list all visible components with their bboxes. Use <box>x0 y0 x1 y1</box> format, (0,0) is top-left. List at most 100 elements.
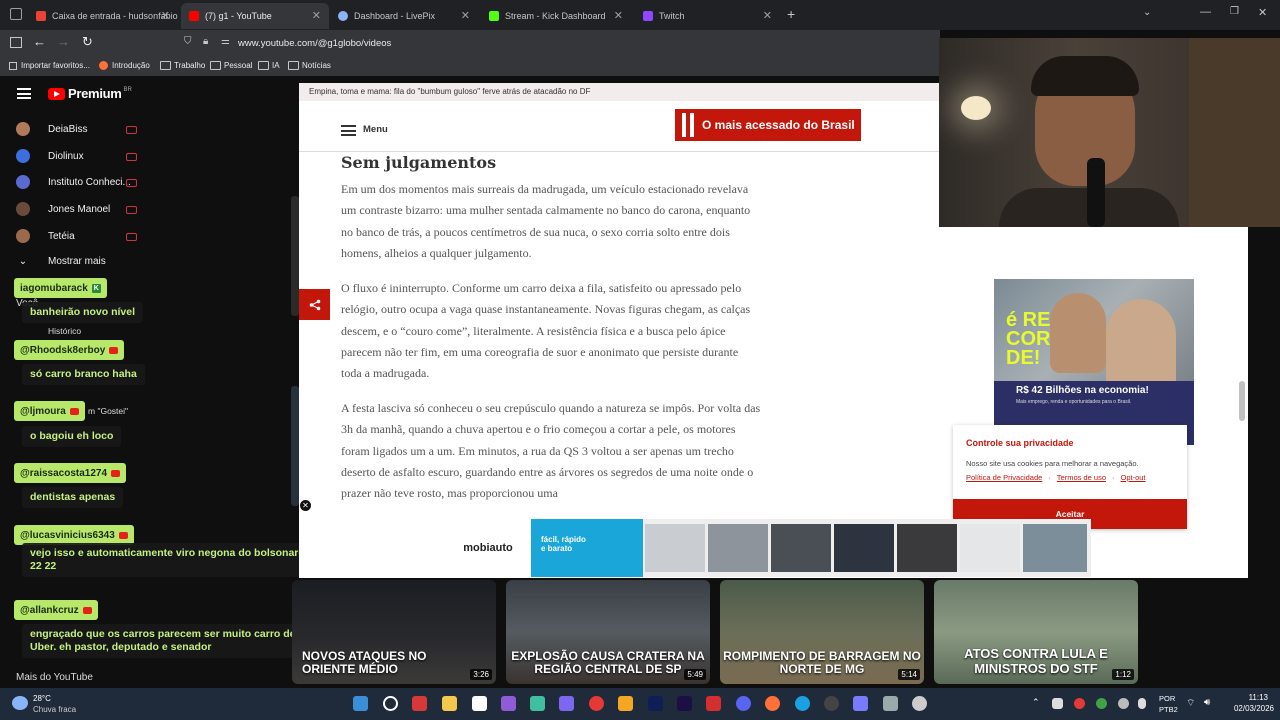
file-explorer-icon[interactable] <box>442 696 457 711</box>
app-icon[interactable] <box>883 696 898 711</box>
search-icon[interactable] <box>383 696 398 711</box>
tray-app-icon[interactable] <box>1118 698 1129 709</box>
scrollbar-thumb[interactable] <box>1239 381 1245 421</box>
privacy-policy-link[interactable]: Política de Privacidade <box>966 473 1042 482</box>
app-icon[interactable] <box>853 696 868 711</box>
tab-youtube[interactable]: (7) g1 - YouTube ✕ <box>181 3 329 29</box>
tab-kick[interactable]: Stream - Kick Dashboard ✕ <box>481 3 631 29</box>
car-image <box>771 524 831 572</box>
sidebar-show-more[interactable]: ⌄ Mostrar mais <box>16 256 106 267</box>
weather-icon[interactable] <box>12 696 28 710</box>
bookmark-intro[interactable]: Introdução <box>99 61 150 70</box>
tray-app-icon[interactable] <box>1074 698 1085 709</box>
tab-gmail[interactable]: Caixa de entrada - hudsonfabio ✕ <box>28 3 178 29</box>
hamburger-menu-icon[interactable] <box>17 88 31 99</box>
kick-badge-icon: K <box>91 283 101 293</box>
tray-app-icon[interactable] <box>1052 698 1063 709</box>
edge-icon[interactable] <box>795 696 810 711</box>
obs-icon[interactable] <box>824 696 839 711</box>
app-icon[interactable] <box>589 696 604 711</box>
advertisement[interactable]: é RE COR DE! R$ 42 Bilhões na economia! … <box>994 279 1194 445</box>
close-icon[interactable]: ✕ <box>614 9 623 22</box>
microphone-icon[interactable] <box>1138 698 1146 709</box>
new-tab-icon[interactable]: + <box>787 6 795 22</box>
weather-desc[interactable]: Chuva fraca <box>33 705 76 714</box>
video-card[interactable]: EXPLOSÃO CAUSA CRATERA NA REGIÃO CENTRAL… <box>506 580 710 684</box>
sidebar-item-liked[interactable]: m "Gostei" <box>88 406 128 416</box>
video-duration: 3:26 <box>470 669 492 680</box>
youtube-logo[interactable]: Premium BR <box>48 86 132 101</box>
clock-time[interactable]: 11:13 <box>1222 693 1268 702</box>
tab-livepix[interactable]: Dashboard - LivePix ✕ <box>330 3 478 29</box>
premiere-icon[interactable] <box>677 696 692 711</box>
video-duration: 5:14 <box>898 669 920 680</box>
discord-icon[interactable] <box>736 696 751 711</box>
menu-icon[interactable] <box>341 125 356 136</box>
reload-icon[interactable]: ↻ <box>82 34 93 50</box>
sidebar-item-jones[interactable]: Jones Manoel <box>16 202 110 216</box>
sidebar-toggle-icon[interactable] <box>10 37 22 48</box>
settings-icon[interactable] <box>912 696 927 711</box>
wifi-icon[interactable]: ⌔ <box>1186 697 1195 710</box>
video-thumbnail-partial[interactable] <box>291 196 299 316</box>
sidebar-item-history[interactable]: Histórico <box>48 326 81 336</box>
back-icon[interactable]: ← <box>33 34 46 49</box>
video-card[interactable]: ROMPIMENTO DE BARRAGEM NO NORTE DE MG 5:… <box>720 580 924 684</box>
firefox-icon[interactable] <box>765 696 780 711</box>
ad-amount: R$ 42 Bilhões na economia! <box>1016 385 1149 396</box>
bookmark-trabalho[interactable]: Trabalho <box>160 61 205 70</box>
sidebar-item-diolinux[interactable]: Diolinux <box>16 149 84 163</box>
chevron-down-icon[interactable]: ⌄ <box>1143 7 1151 18</box>
lock-icon[interactable]: 🔒︎ <box>203 36 208 47</box>
forward-icon[interactable]: → <box>57 34 70 49</box>
close-icon[interactable]: ✕ <box>763 9 772 22</box>
minimize-icon[interactable]: — <box>1200 6 1211 18</box>
terms-link[interactable]: Termos de uso <box>1057 473 1106 482</box>
shield-icon[interactable]: ⛉ <box>184 36 192 47</box>
window-close-icon[interactable]: ✕ <box>1258 6 1267 19</box>
photoshop-icon[interactable] <box>648 696 663 711</box>
close-ad-icon[interactable]: ✕ <box>300 500 311 511</box>
close-icon[interactable]: ✕ <box>312 9 321 22</box>
sidebar-item-teteia[interactable]: Tetéia <box>16 229 75 243</box>
close-icon[interactable]: ✕ <box>461 9 470 22</box>
tray-app-icon[interactable] <box>1096 698 1107 709</box>
app-icon[interactable] <box>501 696 516 711</box>
video-thumbnail-partial[interactable] <box>291 386 299 506</box>
tray-chevron-icon[interactable]: ⌃ <box>1032 697 1040 708</box>
language-label[interactable]: POR <box>1159 694 1175 703</box>
site-banner[interactable]: O mais acessado do Brasil <box>675 109 861 141</box>
close-icon[interactable]: ✕ <box>161 9 170 22</box>
maximize-icon[interactable]: ❐ <box>1230 6 1239 17</box>
site-settings-icon[interactable]: ⚌ <box>221 36 230 47</box>
bookmark-pessoal[interactable]: Pessoal <box>210 61 252 70</box>
video-card[interactable]: ATOS CONTRA LULA E MINISTROS DO STF 1:12 <box>934 580 1138 684</box>
share-button[interactable] <box>299 289 330 320</box>
app-icon[interactable] <box>618 696 633 711</box>
notion-icon[interactable] <box>472 696 487 711</box>
clock-date[interactable]: 02/03/2026 <box>1222 704 1274 713</box>
volume-icon[interactable]: 🔊︎ <box>1204 697 1210 708</box>
start-icon[interactable] <box>353 696 368 711</box>
car-ad-strip[interactable]: mobiauto fácil, rápido e barato <box>445 519 1091 577</box>
app-icon[interactable] <box>559 696 574 711</box>
video-card[interactable]: NOVOS ATAQUES NO ORIENTE MÉDIO 3:26 <box>292 580 496 684</box>
url-field[interactable]: www.youtube.com/@g1globo/videos <box>238 38 391 49</box>
bookmark-noticias[interactable]: Notícias <box>288 61 331 70</box>
tab-title: (7) g1 - YouTube <box>205 11 272 21</box>
sidebar-item-deiabiss[interactable]: DeiaBiss <box>16 122 87 136</box>
menu-label[interactable]: Menu <box>363 124 388 135</box>
opt-out-link[interactable]: Opt-out <box>1121 473 1146 482</box>
sidebar-item-instituto[interactable]: Instituto Conheci... <box>16 175 131 189</box>
weather-temp[interactable]: 28°C <box>33 694 51 703</box>
tab-actions-icon[interactable] <box>10 8 22 20</box>
keyboard-label[interactable]: PTB2 <box>1159 705 1178 714</box>
breaking-notice[interactable]: Empina, toma e mama: fila do "bumbum gul… <box>299 83 939 101</box>
bookmark-ia[interactable]: IA <box>258 61 280 70</box>
app-icon[interactable] <box>530 696 545 711</box>
bookmark-import[interactable]: Importar favoritos... <box>9 61 90 70</box>
app-icon[interactable] <box>412 696 427 711</box>
tab-title: Caixa de entrada - hudsonfabio <box>52 11 178 21</box>
vivaldi-icon[interactable] <box>706 696 721 711</box>
tab-twitch[interactable]: Twitch ✕ <box>635 3 780 29</box>
